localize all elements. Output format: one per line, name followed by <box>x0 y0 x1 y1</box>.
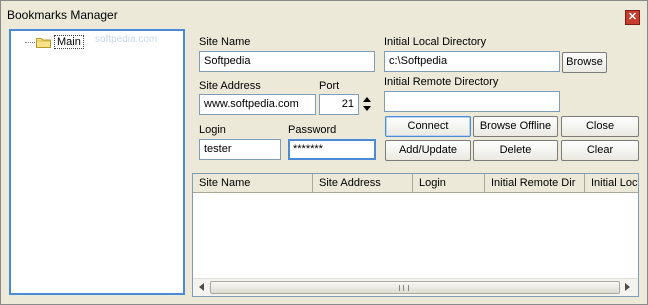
scroll-thumb[interactable] <box>210 281 620 294</box>
site-address-label: Site Address <box>199 80 261 92</box>
close-window-button[interactable]: ✕ <box>625 10 640 25</box>
watermark-text: softpedia.com <box>95 34 158 45</box>
login-label: Login <box>199 124 226 136</box>
column-site-name[interactable]: Site Name <box>193 174 313 192</box>
column-site-address[interactable]: Site Address <box>313 174 413 192</box>
close-button[interactable]: Close <box>561 116 639 137</box>
column-local-dir[interactable]: Initial Local Dir <box>585 174 638 192</box>
browse-button[interactable]: Browse <box>562 52 607 73</box>
scroll-left-icon[interactable] <box>199 283 204 291</box>
horizontal-scrollbar[interactable] <box>193 278 638 296</box>
password-field[interactable]: ******* <box>288 139 376 160</box>
bookmark-tree[interactable]: Main softpedia.com <box>9 29 185 295</box>
column-remote-dir[interactable]: Initial Remote Dir <box>485 174 585 192</box>
clear-button[interactable]: Clear <box>561 140 639 161</box>
port-label: Port <box>319 80 340 92</box>
site-name-field[interactable]: Softpedia <box>199 51 375 72</box>
login-field[interactable]: tester <box>199 139 281 160</box>
site-address-field[interactable]: www.softpedia.com <box>199 94 316 115</box>
folder-icon <box>36 37 51 48</box>
local-directory-field[interactable]: c:\Softpedia <box>384 51 560 72</box>
table-header: Site Name Site Address Login Initial Rem… <box>193 174 638 193</box>
connect-button[interactable]: Connect <box>385 116 471 137</box>
title-bar: Bookmarks Manager ✕ <box>1 1 647 27</box>
port-spinner[interactable] <box>359 94 375 115</box>
scroll-right-icon[interactable] <box>625 283 630 291</box>
spin-down-icon[interactable] <box>363 106 371 111</box>
remote-directory-label: Initial Remote Directory <box>384 76 499 88</box>
password-label: Password <box>288 124 337 136</box>
tree-node-main[interactable]: Main <box>25 34 84 50</box>
bookmarks-table[interactable]: Site Name Site Address Login Initial Rem… <box>192 173 639 297</box>
local-directory-label: Initial Local Directory <box>384 36 487 48</box>
port-field[interactable]: 21 <box>319 94 359 115</box>
tree-node-label: Main <box>54 35 84 49</box>
grip-icon <box>399 285 409 291</box>
delete-button[interactable]: Delete <box>473 140 558 161</box>
add-update-button[interactable]: Add/Update <box>385 140 471 161</box>
spin-up-icon[interactable] <box>363 97 371 102</box>
remote-directory-field[interactable] <box>384 91 560 112</box>
column-login[interactable]: Login <box>413 174 485 192</box>
site-name-label: Site Name <box>199 36 251 48</box>
tree-connector <box>25 41 35 43</box>
browse-offline-button[interactable]: Browse Offline <box>473 116 558 137</box>
window-title: Bookmarks Manager <box>7 8 118 22</box>
bookmarks-window: Bookmarks Manager ✕ Main softpedia.com S… <box>0 0 648 305</box>
